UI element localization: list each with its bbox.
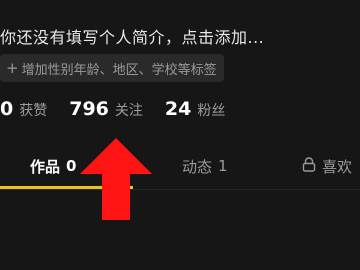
following-label: 关注 xyxy=(114,103,143,119)
followers-label: 粉丝 xyxy=(197,103,226,119)
likes-count: 0 xyxy=(0,98,14,120)
tab-works-count: 0 xyxy=(66,157,77,175)
plus-icon: + xyxy=(6,59,19,77)
tab-likes[interactable]: 喜欢 xyxy=(302,152,352,180)
profile-stats: 0 获赞 796 关注 24 粉丝 xyxy=(0,98,247,120)
profile-tabs: 作品 0 动态 1 喜欢 xyxy=(0,152,360,188)
tab-moments-count: 1 xyxy=(218,157,228,175)
tab-moments[interactable]: 动态 1 xyxy=(182,152,228,180)
followers-stat[interactable]: 24 粉丝 xyxy=(165,98,225,120)
likes-label: 获赞 xyxy=(19,103,48,119)
following-stat[interactable]: 796 关注 xyxy=(69,98,143,120)
tab-divider xyxy=(0,189,360,190)
following-count: 796 xyxy=(69,98,109,120)
add-tags-label: 增加性别年龄、地区、学校等标签 xyxy=(21,62,217,78)
tab-moments-label: 动态 xyxy=(182,157,213,176)
likes-stat[interactable]: 0 获赞 xyxy=(0,98,47,120)
followers-count: 24 xyxy=(164,98,192,120)
tab-works-label: 作品 xyxy=(30,157,61,176)
bio-placeholder[interactable]: 你还没有填写个人简介，点击添加... xyxy=(0,24,264,48)
tab-likes-label: 喜欢 xyxy=(322,157,353,176)
tab-works[interactable]: 作品 0 xyxy=(30,152,76,180)
add-tags-button[interactable]: + 增加性别年龄、地区、学校等标签 xyxy=(0,54,224,82)
lock-icon xyxy=(302,156,316,176)
